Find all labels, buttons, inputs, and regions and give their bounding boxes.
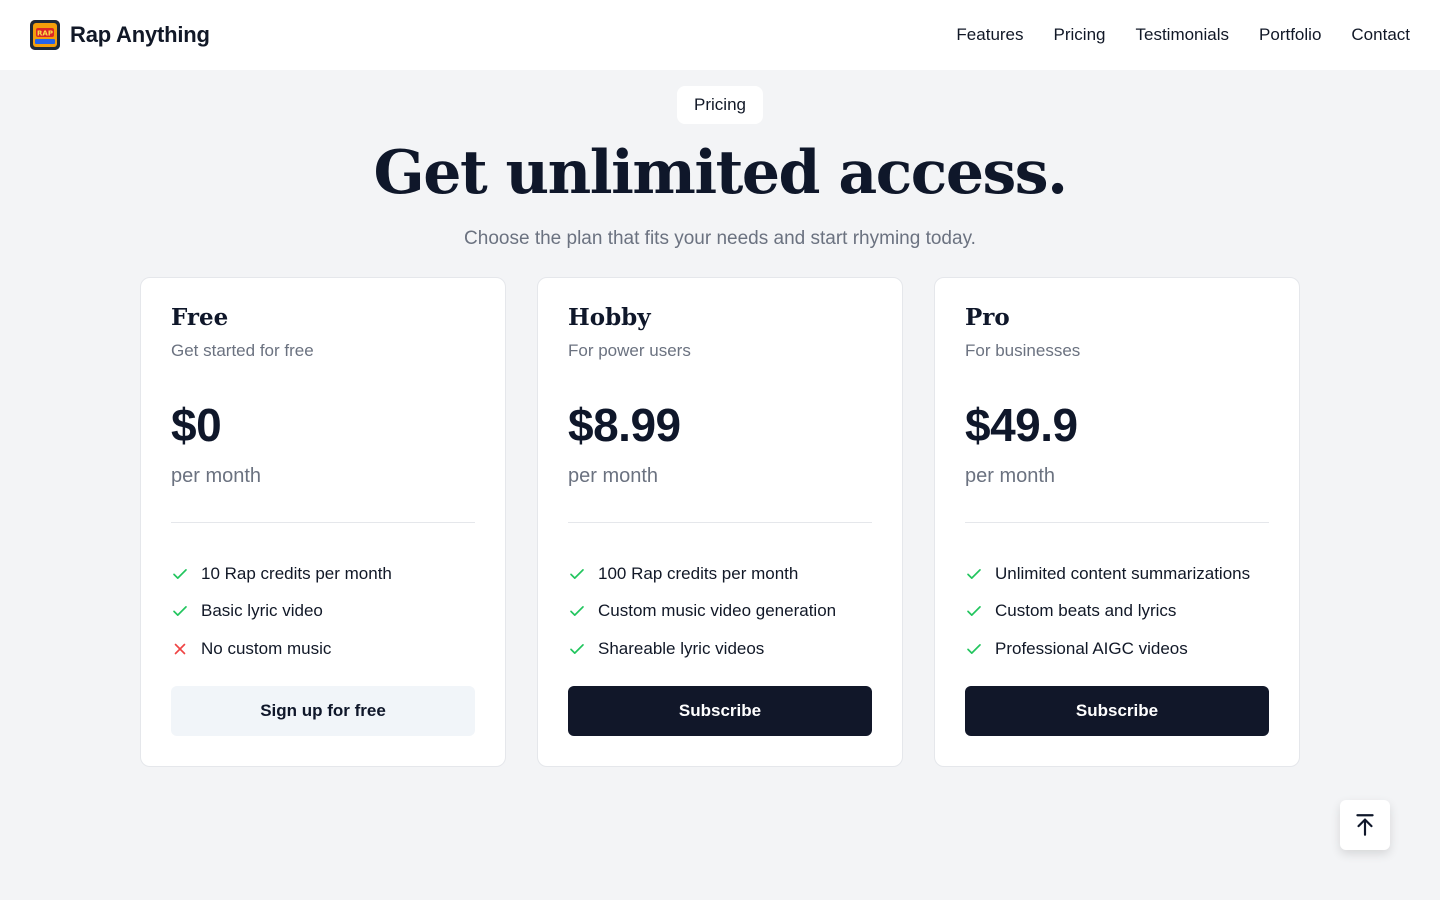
feature-text: No custom music (201, 638, 332, 658)
check-icon (570, 606, 584, 617)
divider (965, 522, 1269, 523)
feature-item: Shareable lyric videos (568, 630, 836, 668)
feature-text: Shareable lyric videos (598, 638, 765, 658)
plan-description: Get started for free (171, 341, 314, 360)
feature-item: Unlimited content summarizations (965, 555, 1250, 593)
brand-name: Rap Anything (70, 22, 210, 47)
check-icon (967, 643, 981, 654)
subscribe-pro-button[interactable]: Subscribe (965, 686, 1269, 736)
plan-period: per month (965, 465, 1056, 487)
back-to-top-button[interactable] (1340, 800, 1390, 850)
check-icon (570, 568, 584, 579)
page-subtitle: Choose the plan that fits your needs and… (464, 228, 976, 249)
sign-up-free-button[interactable]: Sign up for free (171, 686, 475, 736)
feature-item: Custom music video generation (568, 593, 836, 631)
subscribe-hobby-button[interactable]: Subscribe (568, 686, 872, 736)
divider (568, 522, 872, 523)
plan-price: $49.9 (965, 399, 1078, 451)
feature-text: Professional AIGC videos (995, 638, 1188, 658)
feature-text: 10 Rap credits per month (201, 563, 392, 583)
plan-card-pro: Pro For businesses $49.9 per month Unlim… (934, 277, 1300, 767)
check-icon (173, 568, 187, 579)
feature-list: 10 Rap credits per month Basic lyric vid… (171, 555, 392, 668)
feature-list: 100 Rap credits per month Custom music v… (568, 555, 836, 668)
plan-card-hobby: Hobby For power users $8.99 per month 10… (537, 277, 903, 767)
feature-list: Unlimited content summarizations Custom … (965, 555, 1250, 668)
app-logo-icon: RAP (30, 20, 60, 50)
check-icon (967, 568, 981, 579)
page-title: Get unlimited access. (373, 138, 1068, 208)
main-nav: Features Pricing Testimonials Portfolio … (956, 25, 1410, 45)
nav-link-features[interactable]: Features (956, 25, 1023, 45)
plan-price: $0 (171, 399, 222, 451)
feature-item: Custom beats and lyrics (965, 593, 1250, 631)
plan-name: Free (171, 304, 229, 331)
feature-item: Professional AIGC videos (965, 630, 1250, 668)
feature-item: 100 Rap credits per month (568, 555, 836, 593)
check-icon (570, 643, 584, 654)
feature-text: Basic lyric video (201, 601, 323, 621)
plan-description: For power users (568, 341, 691, 360)
x-icon (174, 643, 186, 655)
plan-price: $8.99 (568, 399, 681, 451)
feature-text: Unlimited content summarizations (995, 563, 1251, 583)
svg-text:RAP: RAP (37, 30, 53, 38)
nav-link-portfolio[interactable]: Portfolio (1259, 25, 1321, 45)
check-icon (173, 606, 187, 617)
plan-period: per month (568, 465, 659, 487)
feature-item: No custom music (171, 630, 392, 668)
brand-link[interactable]: RAP Rap Anything (30, 20, 210, 50)
plan-period: per month (171, 465, 262, 487)
nav-link-pricing[interactable]: Pricing (1054, 25, 1106, 45)
plan-description: For businesses (965, 341, 1081, 360)
nav-link-testimonials[interactable]: Testimonials (1135, 25, 1229, 45)
feature-item: Basic lyric video (171, 593, 392, 631)
plan-name: Pro (965, 304, 1010, 331)
divider (171, 522, 475, 523)
plan-name: Hobby (568, 304, 651, 331)
plan-card-free: Free Get started for free $0 per month 1… (140, 277, 506, 767)
check-icon (967, 606, 981, 617)
nav-link-contact[interactable]: Contact (1351, 25, 1410, 45)
section-badge: Pricing (677, 86, 763, 124)
feature-text: Custom music video generation (598, 601, 837, 621)
feature-text: Custom beats and lyrics (995, 601, 1177, 621)
arrow-up-to-line-icon (1356, 814, 1374, 836)
feature-item: 10 Rap credits per month (171, 555, 392, 593)
site-header: RAP Rap Anything Features Pricing Testim… (0, 0, 1440, 70)
feature-text: 100 Rap credits per month (598, 563, 799, 583)
